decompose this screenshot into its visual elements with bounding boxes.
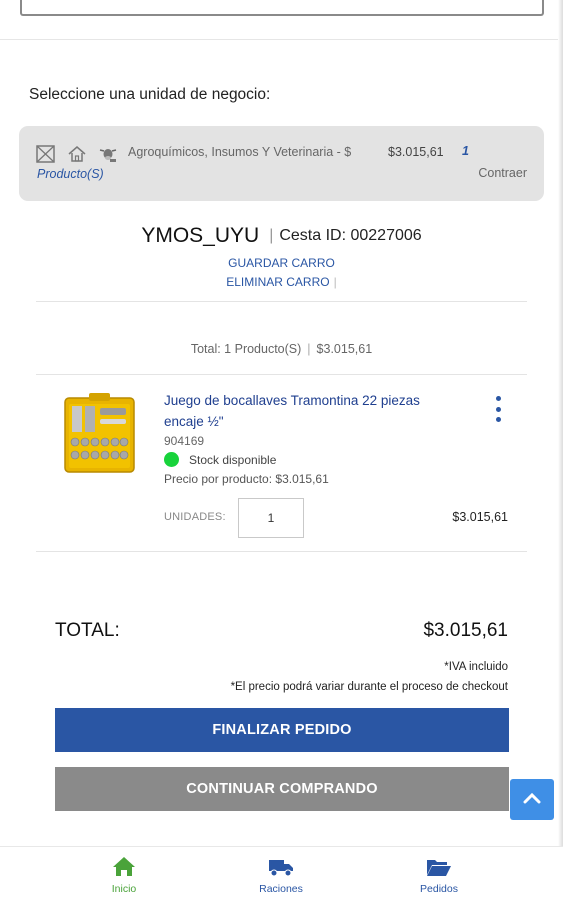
cart-summary-count: Total: 1 Producto(S): [190, 342, 302, 356]
continue-shopping-button[interactable]: CONTINUAR COMPRANDO: [55, 767, 509, 811]
folder-open-icon: [379, 855, 499, 877]
product-code: 904169: [164, 434, 205, 448]
divider: [36, 551, 527, 552]
divider: [36, 301, 527, 302]
cow-icon: [97, 144, 119, 164]
nav-orders[interactable]: Pedidos: [379, 855, 499, 895]
cart-id-label: Cesta ID:: [279, 227, 347, 244]
total-label: TOTAL:: [55, 620, 120, 641]
scroll-to-top-button[interactable]: [510, 779, 554, 820]
price-note: *El precio podrá variar durante el proce…: [230, 681, 508, 693]
nav-rations[interactable]: Raciones: [221, 855, 341, 895]
business-unit-name: Agroquímicos, Insumos Y Veterinaria - $: [128, 145, 352, 159]
business-unit-count: 1: [462, 144, 469, 158]
delete-cart-label: ELIMINAR CARRO: [226, 275, 330, 289]
line-total: $3.015,61: [452, 510, 508, 524]
divider: [0, 39, 563, 40]
scroll-edge: [558, 0, 563, 850]
separator: |: [269, 227, 274, 244]
units-label: UNIDADES:: [164, 511, 226, 523]
cart-name: YMOS_UYU: [141, 224, 260, 247]
separator: |: [333, 275, 337, 289]
save-cart-label: GUARDAR CARRO: [228, 256, 335, 270]
product-image[interactable]: [63, 392, 136, 474]
stock-indicator-icon: [164, 452, 179, 467]
divider: [36, 374, 527, 375]
business-unit-card[interactable]: Agroquímicos, Insumos Y Veterinaria - $ …: [19, 126, 544, 201]
crossed-box-icon: [35, 144, 57, 164]
bottom-navigation: Inicio Raciones Pedidos: [0, 846, 563, 900]
finish-order-button[interactable]: FINALIZAR PEDIDO: [55, 708, 509, 752]
stock-label: Stock disponible: [189, 452, 277, 467]
nav-home[interactable]: Inicio: [64, 855, 184, 895]
product-title-link[interactable]: Juego de bocallaves Tramontina 22 piezas…: [164, 390, 454, 432]
cart-header: YMOS_UYU | Cesta ID: 00227006: [0, 224, 563, 248]
home-icon: [64, 855, 184, 877]
cart-summary: Total: 1 Producto(S) | $3.015,61: [0, 342, 563, 356]
nav-orders-label: Pedidos: [420, 883, 458, 895]
stock-status: Stock disponible: [164, 452, 276, 467]
more-options-button[interactable]: [492, 396, 504, 422]
save-cart-link[interactable]: GUARDAR CARRO: [0, 256, 563, 270]
collapse-link[interactable]: Contraer: [478, 166, 527, 180]
unit-price: Precio por producto: $3.015,61: [164, 472, 329, 486]
business-unit-icons: [35, 144, 119, 164]
iva-note: *IVA incluido: [444, 661, 508, 673]
house-icon: [66, 144, 88, 164]
nav-rations-label: Raciones: [259, 883, 303, 895]
business-unit-price: $3.015,61: [388, 145, 444, 159]
top-input-box[interactable]: [20, 0, 544, 16]
business-unit-prompt: Seleccione una unidad de negocio:: [29, 86, 271, 103]
cart-id: 00227006: [350, 227, 422, 244]
cart-summary-total: $3.015,61: [316, 342, 373, 356]
truck-icon: [221, 855, 341, 877]
quantity-input[interactable]: [238, 498, 304, 538]
nav-home-label: Inicio: [111, 883, 137, 895]
separator: |: [307, 342, 311, 356]
total-value: $3.015,61: [423, 620, 508, 641]
delete-cart-link[interactable]: ELIMINAR CARRO |: [0, 275, 563, 289]
chevron-up-icon: [523, 791, 541, 809]
business-unit-products-label: Producto(S): [37, 167, 104, 181]
